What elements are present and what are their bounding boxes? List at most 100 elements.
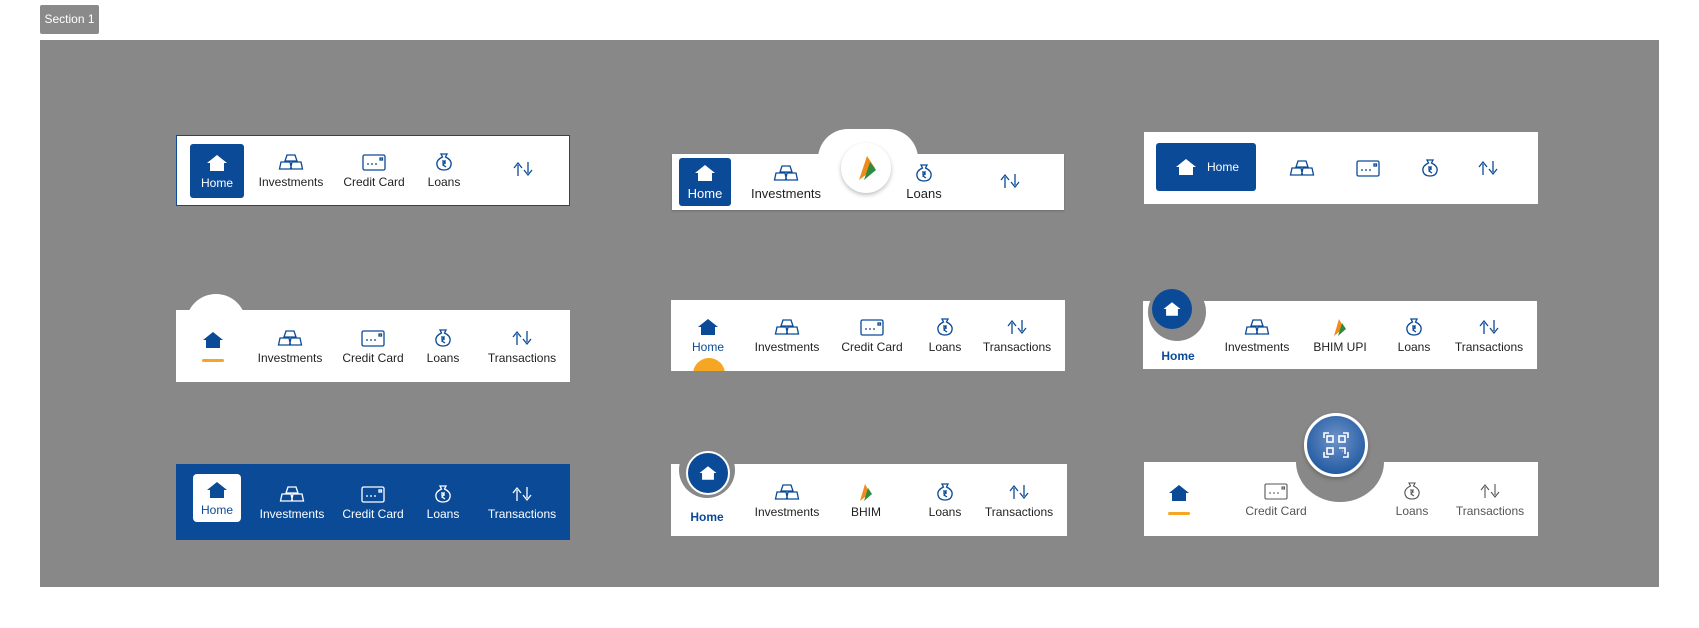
nav-label-loans: Loans (906, 186, 942, 201)
bottom-nav-variant-5: Home Investments Credit Card Loans Trans… (671, 300, 1065, 371)
rupee-money-bag-icon (431, 152, 457, 172)
nav-label-loans: Loans (1395, 503, 1429, 518)
rupee-money-bag-icon (1417, 158, 1443, 178)
gold-bars-icon (1289, 158, 1315, 178)
up-down-arrows-icon (1004, 317, 1030, 337)
qr-scan-icon (1323, 432, 1349, 458)
nav-label-transactions: Transactions (982, 340, 1052, 354)
nav-label-investments: Investments (257, 350, 323, 365)
nav-label-credit-card: Credit Card (841, 340, 903, 354)
nav-item-investments[interactable]: Investments (255, 136, 327, 205)
gold-bars-icon (774, 317, 800, 337)
nav-label-bhim: BHIM (851, 504, 881, 519)
gold-bars-icon (278, 152, 304, 172)
nav-item-investments[interactable]: Investments (1221, 301, 1293, 369)
up-down-arrows-icon (1006, 482, 1032, 502)
nav-item-loans[interactable]: Loans (900, 154, 948, 210)
nav-item-investments[interactable]: Investments (751, 300, 823, 371)
nav-item-loans[interactable]: Loans (921, 300, 969, 371)
rupee-money-bag-icon (932, 482, 958, 502)
nav-label-credit-card: Credit Card (342, 506, 404, 521)
rupee-money-bag-icon (932, 317, 958, 337)
nav-item-transactions[interactable]: Transactions (484, 464, 560, 540)
nav-label-credit-card: Credit Card (342, 350, 404, 365)
nav-item-credit-card[interactable]: Credit Card (341, 136, 407, 205)
credit-card-icon (360, 484, 386, 504)
credit-card-icon (360, 328, 386, 348)
nav-label-home: Home (691, 340, 724, 354)
nav-item-loans[interactable]: Loans (1388, 462, 1436, 536)
nav-item-loans[interactable]: Loans (921, 464, 969, 536)
nav-item-bhim-upi[interactable]: BHIM UPI (1307, 301, 1373, 369)
nav-item-home[interactable]: Home (1156, 143, 1256, 191)
gold-bars-icon (1244, 317, 1270, 337)
nav-item-loans[interactable]: Loans (420, 136, 468, 205)
gold-bars-icon (277, 328, 303, 348)
home-fab-button[interactable] (686, 451, 730, 495)
nav-item-credit-card[interactable] (1346, 132, 1390, 204)
gold-bars-icon (279, 484, 305, 504)
nav-item-transactions[interactable]: Transactions (981, 464, 1057, 536)
nav-item-transactions[interactable]: Transactions (1451, 301, 1527, 369)
nav-label-credit-card: Credit Card (1245, 503, 1307, 518)
nav-item-loans[interactable]: Loans (419, 464, 467, 540)
nav-item-credit-card[interactable]: Credit Card (340, 464, 406, 540)
nav-item-investments[interactable]: Investments (254, 310, 326, 382)
nav-label-home: Home (200, 175, 233, 190)
section-label: Section 1 (40, 5, 99, 34)
nav-item-loans[interactable]: Loans (419, 310, 467, 382)
nav-label-investments: Investments (1224, 339, 1290, 354)
nav-item-investments[interactable]: Investments (256, 464, 328, 540)
nav-item-transactions[interactable]: Transactions (484, 310, 560, 382)
nav-item-credit-card[interactable]: Credit Card (839, 300, 905, 371)
qr-scan-fab-button[interactable] (1304, 413, 1368, 477)
nav-item-home[interactable]: Home (190, 144, 244, 198)
nav-label-home: Home (1161, 349, 1195, 363)
up-down-arrows-icon (509, 328, 535, 348)
nav-item-transactions[interactable] (485, 136, 561, 205)
gold-bars-icon (773, 163, 799, 183)
up-down-arrows-icon (1477, 481, 1503, 501)
home-icon (204, 480, 230, 500)
nav-item-credit-card[interactable]: Credit Card (340, 310, 406, 382)
bottom-nav-variant-8: Home Investments BHIM Loans Transactions (671, 442, 1067, 536)
home-fab-button[interactable] (1152, 289, 1192, 329)
nav-label-transactions: Transactions (1454, 339, 1524, 354)
nav-item-home[interactable]: Home (679, 158, 731, 206)
nav-item-credit-card[interactable]: Credit Card (1236, 462, 1316, 536)
rupee-money-bag-icon (1399, 481, 1425, 501)
nav-label-investments: Investments (754, 340, 820, 354)
nav-item-home[interactable] (1154, 462, 1204, 536)
nav-item-bhim[interactable]: BHIM (841, 464, 891, 536)
up-down-arrows-icon (1476, 317, 1502, 337)
nav-item-investments[interactable]: Investments (748, 154, 824, 210)
nav-label-transactions: Transactions (487, 350, 557, 365)
rupee-money-bag-icon (430, 328, 456, 348)
nav-label-transactions: Transactions (1455, 503, 1525, 518)
nav-item-investments[interactable]: Investments (751, 464, 823, 536)
nav-item-transactions[interactable] (1466, 132, 1510, 204)
nav-item-loans[interactable] (1408, 132, 1452, 204)
nav-label-investments: Investments (258, 175, 324, 189)
nav-item-transactions[interactable]: Transactions (1452, 462, 1528, 536)
home-icon (697, 464, 719, 482)
bhim-fab-button[interactable] (841, 143, 891, 193)
nav-item-loans[interactable]: Loans (1390, 301, 1438, 369)
credit-card-icon (859, 317, 885, 337)
bottom-nav-variant-6: Home Investments BHIM UPI Loans Transact… (1143, 283, 1537, 369)
nav-item-transactions[interactable]: Transactions (979, 300, 1055, 371)
nav-item-investments[interactable] (1280, 132, 1324, 204)
home-icon (692, 163, 718, 183)
nav-label-home: Home (690, 510, 724, 524)
bottom-nav-variant-4: Investments Credit Card Loans Transactio… (176, 310, 570, 382)
active-indicator (202, 359, 224, 362)
bhim-logo-icon (859, 156, 876, 180)
rupee-money-bag-icon (430, 484, 456, 504)
nav-item-home[interactable] (188, 310, 238, 382)
credit-card-icon (1355, 158, 1381, 178)
nav-label-transactions: Transactions (984, 504, 1054, 519)
nav-item-home[interactable]: Home (193, 474, 241, 522)
nav-label-loans: Loans (426, 506, 460, 521)
nav-item-transactions[interactable] (968, 154, 1052, 210)
home-icon (1173, 157, 1199, 177)
